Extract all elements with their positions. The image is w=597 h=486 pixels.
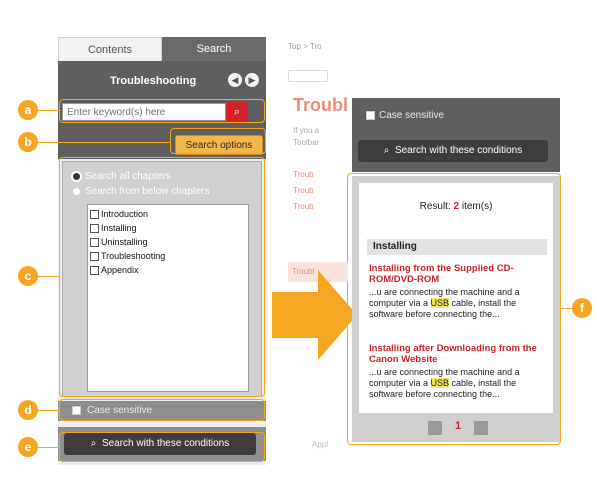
faded-link: Troub [293,170,314,179]
result-prefix: Result: [419,201,451,212]
callout-line [28,142,171,143]
search-icon: ⌕ [383,145,395,156]
faded-text: Toolbar [293,138,320,147]
faded-link: Troub [293,202,314,211]
case-sensitive-label: Case sensitive [379,110,445,121]
highlight-b [170,128,266,154]
highlight-e [59,432,265,462]
snippet-highlight: USB [430,378,450,388]
result-snippet: ...u are connecting the machine and a co… [369,367,549,400]
callout-f: f [572,298,592,318]
prev-page-icon[interactable] [428,421,442,435]
tab-contents[interactable]: Contents [58,37,162,61]
arrow-icon [272,270,357,360]
result-link[interactable]: Installing after Downloading from the Ca… [369,343,549,365]
checkbox-icon[interactable] [366,110,375,120]
button-label: Search with these conditions [394,145,523,156]
results-panel: Result: 2 item(s) Installing Installing … [352,176,560,442]
callout-e: e [18,437,38,457]
callout-b: b [18,132,38,152]
result-suffix: item(s) [461,201,493,212]
result-count: 2 [453,201,460,212]
breadcrumb: Top > Tro [288,42,322,51]
result-snippet: ...u are connecting the machine and a co… [369,287,549,320]
callout-d: d [18,400,38,420]
faded-box [288,70,328,82]
next-icon[interactable]: ▶ [245,73,259,87]
highlight-d [59,399,265,421]
search-with-conditions-button[interactable]: ⌕ Search with these conditions [358,140,548,162]
case-sensitive-row[interactable]: Case sensitive [366,110,444,121]
faded-link: Troub [293,186,314,195]
highlight-a [59,99,265,123]
snippet-highlight: USB [430,298,450,308]
page-title: Troubleshooting [110,75,197,87]
search-options-panel: Case sensitive ⌕ Search with these condi… [352,98,560,172]
faded-page-title: Troubl [293,95,348,115]
callout-c: c [18,266,38,286]
faded-text: Appl [312,440,329,449]
prev-icon[interactable]: ◀ [228,73,242,87]
pagination: 1 [428,420,488,436]
page-number[interactable]: 1 [452,420,464,432]
results-list: Result: 2 item(s) Installing Installing … [359,183,553,413]
result-count-line: Result: 2 item(s) [359,201,553,212]
highlight-c [59,157,265,397]
next-page-icon[interactable] [474,421,488,435]
callout-a: a [18,100,38,120]
faded-text: If you a [293,126,320,135]
result-link[interactable]: Installing from the Supplied CD-ROM/DVD-… [369,263,549,285]
result-group-header: Installing [367,239,547,255]
tab-search[interactable]: Search [162,37,266,61]
